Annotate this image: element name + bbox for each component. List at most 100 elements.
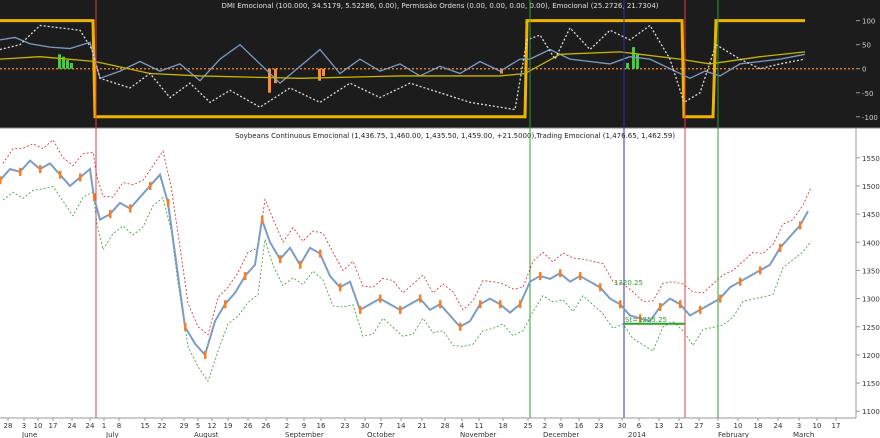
x-day-label: 23 [341,422,350,430]
price-candle [539,272,542,281]
x-axis: 28 3 10 17 24 24 1 8 15 22 29 5 12 19 26 26 2 9 16 23 30 7 14 2… [0,417,880,438]
price-candle [559,269,562,278]
price-candle [679,300,682,309]
stop-label: 1320.25 [614,279,643,287]
x-day-label: 2 [543,422,547,430]
x-day-label: 17 [832,422,841,430]
x-day-label: 9 [302,422,306,430]
price-candle [279,255,282,264]
x-day-label: 21 [675,422,684,430]
price-tick-label: 1350 [862,267,880,275]
price-candle [599,283,602,292]
x-day-label: 30 [361,422,370,430]
indicator-panel: DMI Emocional (100.000, 34.5179, 5.52286… [0,0,880,128]
price-candle [261,215,264,224]
price-candle [319,249,322,258]
price-tick-label: 1550 [862,155,880,163]
x-day-label: 23 [595,422,604,430]
x-day-label: 17 [49,422,58,430]
stop-label: St=1255.25 [625,316,667,324]
price-candle [759,266,762,275]
x-day-label: 21 [418,422,427,430]
x-day-label: 13 [655,422,664,430]
price-candle [204,350,207,359]
price-candle [149,181,152,190]
price-tick-label: 1150 [862,380,880,388]
x-day-label: 28 [4,422,13,430]
x-day-label: 18 [754,422,763,430]
x-month-label: September [285,431,324,438]
x-day-label: 10 [34,422,43,430]
price-candle [499,300,502,309]
x-month-label: August [194,431,219,438]
indicator-bar [632,47,635,69]
price-candle [739,277,742,286]
x-day-label: 25 [524,422,533,430]
price-candle [459,322,462,331]
indicator-bar [318,68,321,81]
x-day-label: 22 [158,422,167,430]
price-candle [699,305,702,314]
price-tick-label: 1500 [862,183,880,191]
price-candle [359,305,362,314]
x-day-label: 7 [379,422,383,430]
chart-canvas: DMI Emocional (100.000, 34.5179, 5.52286… [0,0,880,438]
x-month-label: June [21,431,37,438]
price-candle [224,300,227,309]
price-candle [299,260,302,269]
x-day-label: 4 [460,422,465,430]
x-day-label: 29 [180,422,189,430]
price-candle [419,294,422,303]
price-candle [167,198,170,207]
price-candle [519,300,522,309]
x-day-label: 14 [397,422,406,430]
x-month-label: July [105,431,119,438]
x-day-label: 11 [475,422,484,430]
x-month-label: 2014 [628,431,646,438]
x-day-label: 3 [797,422,801,430]
x-day-label: 19 [224,422,233,430]
x-month-label: March [793,431,814,438]
price-tick-label: 1400 [862,239,880,247]
x-day-label: 10 [734,422,743,430]
x-day-label: 6 [637,422,642,430]
x-day-label: 30 [618,422,627,430]
indicator-bar [70,62,73,69]
x-day-label: 8 [117,422,121,430]
indicator-tick-label: -100 [862,114,878,122]
x-day-label: 24 [86,422,95,430]
price-candle [659,303,662,312]
price-candle [339,283,342,292]
price-candle [619,300,622,309]
price-candle [39,165,42,174]
price-candle [379,294,382,303]
x-month-label: November [460,431,497,438]
x-day-label: 10 [813,422,822,430]
x-day-label: 3 [22,422,26,430]
indicator-tick-label: -50 [862,90,873,98]
indicator-bar [274,68,277,84]
x-month-label: February [718,431,749,438]
price-background [0,128,880,418]
x-day-label: 1 [102,422,106,430]
x-day-label: 24 [68,422,77,430]
indicator-bar [66,60,69,69]
price-candle [59,170,62,179]
x-day-label: 24 [774,422,783,430]
indicator-bar [636,54,639,69]
indicator-bar [58,54,61,69]
x-day-label: 15 [141,422,150,430]
x-day-label: 2 [285,422,289,430]
price-tick-label: 1100 [862,408,880,416]
price-candle [779,243,782,252]
price-candle [0,176,2,185]
price-candle [109,210,112,219]
indicator-bar [322,68,325,76]
x-day-label: 28 [441,422,450,430]
price-tick-label: 1450 [862,211,880,219]
x-day-label: 3 [716,422,720,430]
price-title: Soybeans Continuous Emocional (1,436.75,… [235,132,675,140]
indicator-tick-label: 0 [862,66,866,74]
indicator-title: DMI Emocional (100.000, 34.5179, 5.52286… [221,2,658,10]
x-day-label: 12 [208,422,217,430]
